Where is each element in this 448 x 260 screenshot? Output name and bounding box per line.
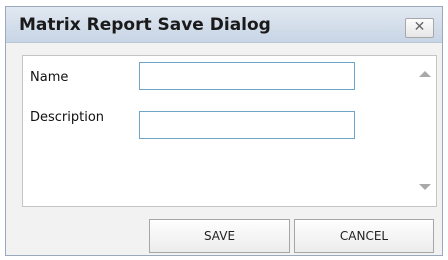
description-input[interactable] [139,111,355,139]
close-icon: ✕ [413,19,426,35]
name-input[interactable] [139,62,355,90]
name-label: Name [30,70,69,85]
scroll-up-arrow-icon[interactable] [419,71,431,77]
scroll-down-arrow-icon[interactable] [419,184,431,190]
description-label: Description [30,110,105,125]
save-dialog: Matrix Report Save Dialog ✕ Name Descrip… [5,6,443,256]
dialog-title: Matrix Report Save Dialog [19,15,271,35]
save-button[interactable]: SAVE [149,219,290,253]
cancel-button[interactable]: CANCEL [294,219,434,253]
close-button[interactable]: ✕ [405,18,434,38]
form-panel: Name Description [22,55,437,207]
dialog-titlebar[interactable]: Matrix Report Save Dialog ✕ [6,7,442,43]
vertical-scrollbar[interactable] [412,56,436,206]
